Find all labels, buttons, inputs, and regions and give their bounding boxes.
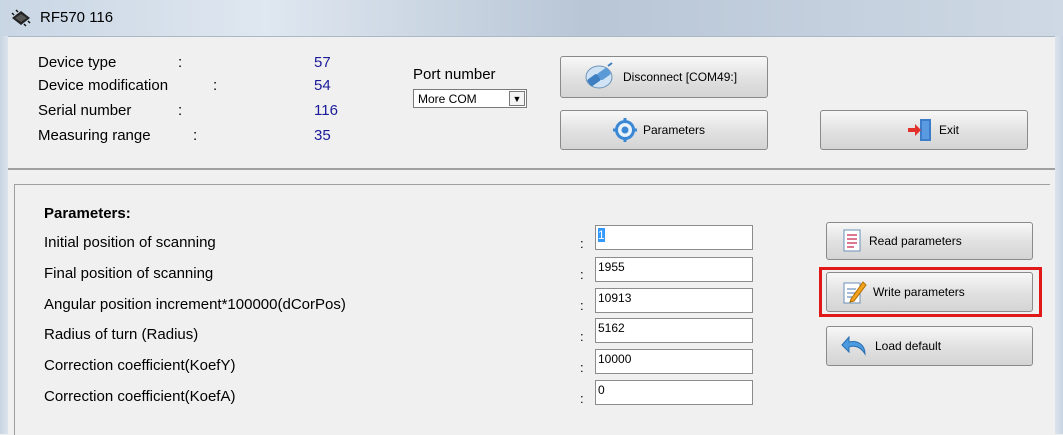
measuring-range-label: Measuring range bbox=[38, 127, 151, 144]
device-info-panel: Device type : 57 Device modification : 5… bbox=[8, 37, 1055, 170]
colon: : bbox=[580, 391, 584, 406]
undo-arrow-icon bbox=[841, 335, 866, 356]
serial-number-value: 116 bbox=[314, 102, 338, 119]
disconnect-button[interactable]: Disconnect [COM49:] bbox=[560, 56, 768, 98]
load-default-button[interactable]: Load default bbox=[826, 326, 1033, 366]
colon: : bbox=[580, 236, 584, 251]
port-number-select[interactable]: More COM ▼ bbox=[413, 89, 527, 108]
final-position-label: Final position of scanning bbox=[44, 265, 214, 282]
measuring-range-value: 35 bbox=[314, 127, 331, 144]
radius-label: Radius of turn (Radius) bbox=[44, 326, 199, 343]
device-modification-label: Device modification bbox=[38, 77, 169, 94]
colon: : bbox=[580, 267, 584, 282]
colon: : bbox=[178, 54, 183, 71]
read-parameters-button[interactable]: Read parameters bbox=[826, 222, 1033, 260]
exit-button[interactable]: Exit bbox=[820, 110, 1028, 150]
disconnect-label: Disconnect [COM49:] bbox=[623, 70, 738, 84]
gear-icon bbox=[613, 118, 637, 142]
plug-icon bbox=[585, 62, 613, 89]
load-default-label: Load default bbox=[875, 339, 942, 353]
exit-label: Exit bbox=[939, 123, 960, 137]
title-bar[interactable]: RF570 116 bbox=[0, 0, 1063, 37]
dropdown-arrow-icon[interactable]: ▼ bbox=[509, 91, 525, 106]
koefy-label: Correction coefficient(KoefY) bbox=[44, 357, 236, 374]
device-type-value: 57 bbox=[314, 54, 331, 71]
colon: : bbox=[213, 77, 218, 94]
colon: : bbox=[580, 298, 584, 313]
highlight-box bbox=[819, 267, 1042, 317]
initial-position-label: Initial position of scanning bbox=[44, 234, 216, 251]
koefa-label: Correction coefficient(KoefA) bbox=[44, 388, 236, 405]
device-type-label: Device type bbox=[38, 54, 117, 71]
colon: : bbox=[580, 360, 584, 375]
koefy-input[interactable]: 10000 bbox=[595, 349, 753, 374]
serial-number-label: Serial number bbox=[38, 102, 132, 119]
colon: : bbox=[580, 329, 584, 344]
chip-icon bbox=[11, 9, 31, 27]
koefa-input[interactable]: 0 bbox=[595, 380, 753, 405]
parameters-heading: Parameters: bbox=[44, 205, 131, 222]
window-border-left bbox=[0, 36, 8, 434]
window-border-right bbox=[1055, 36, 1063, 434]
window-title: RF570 116 bbox=[40, 9, 114, 26]
parameters-label: Parameters bbox=[643, 123, 706, 137]
port-number-label: Port number bbox=[413, 66, 496, 83]
document-read-icon bbox=[843, 229, 861, 252]
exit-door-icon bbox=[908, 119, 931, 141]
parameters-button[interactable]: Parameters bbox=[560, 110, 768, 150]
initial-position-input[interactable]: 1 bbox=[595, 225, 753, 250]
angular-increment-input[interactable]: 10913 bbox=[595, 288, 753, 313]
port-selected-value: More COM bbox=[418, 92, 477, 106]
read-parameters-label: Read parameters bbox=[869, 234, 962, 248]
angular-increment-label: Angular position increment*100000(dCorPo… bbox=[44, 296, 346, 313]
colon: : bbox=[193, 127, 198, 144]
device-modification-value: 54 bbox=[314, 77, 331, 94]
radius-input[interactable]: 5162 bbox=[595, 318, 753, 343]
final-position-input[interactable]: 1955 bbox=[595, 257, 753, 282]
colon: : bbox=[178, 102, 183, 119]
